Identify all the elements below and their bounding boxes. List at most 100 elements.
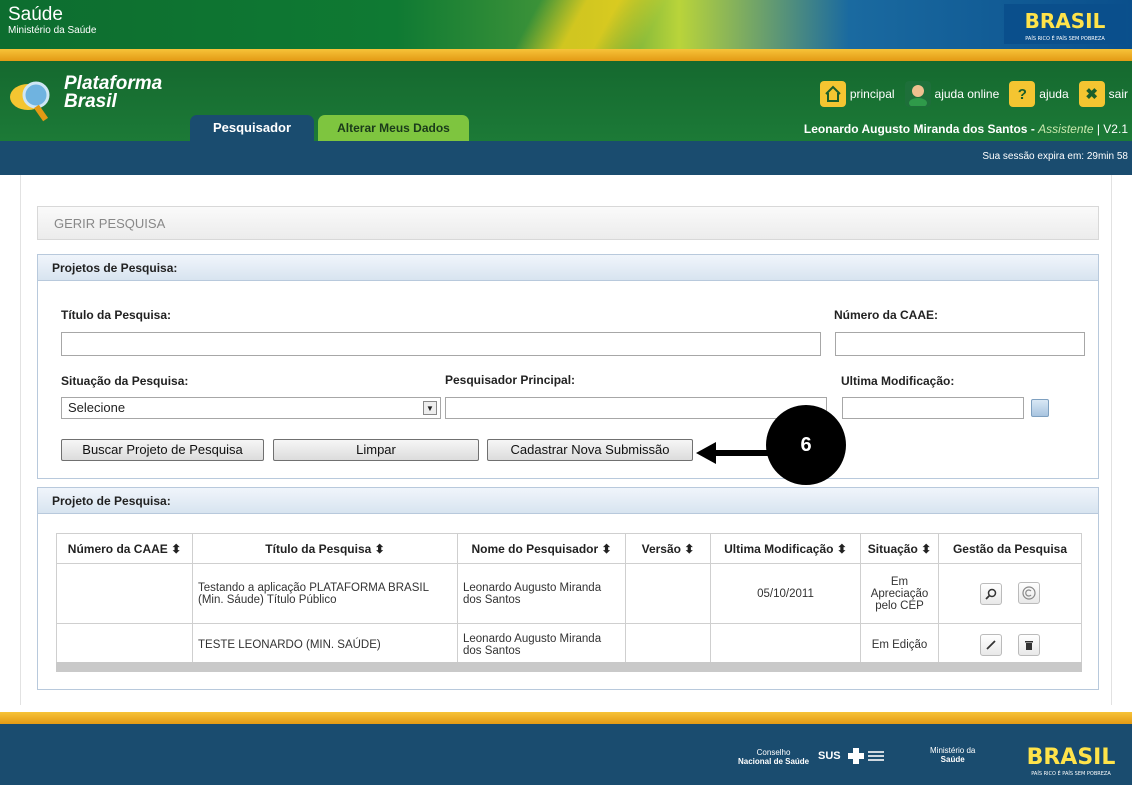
table-row: TESTE LEONARDO (MIN. SAÚDE) Leonardo Aug… [56,623,1082,666]
top-links: principal ajuda online ? ajuda ✖ sair [819,81,1128,107]
gov-ministerio-subtitle: Ministério da Saúde [8,25,97,36]
user-separator: - [1027,122,1039,136]
gov-stripe-decoration [423,0,757,49]
col-header-titulo[interactable]: Título da Pesquisa ⬍ [192,533,458,564]
magnifier-logo-icon [10,81,50,122]
view-detail-icon[interactable] [980,583,1003,605]
calendar-icon[interactable] [1031,399,1049,417]
sus-cross-icon [847,748,884,764]
cell-situacao: Em Edição [860,623,939,666]
cell-pesquisador: Leonardo Augusto Miranda dos Santos [457,623,626,666]
cell-gestao [938,623,1082,666]
col-header-pesquisador[interactable]: Nome do Pesquisador ⬍ [457,533,626,564]
brasil-logo-text: BRASIL [1025,9,1106,33]
search-section-title: Projetos de Pesquisa: [38,255,1098,281]
cadastrar-nova-submissao-button[interactable]: Cadastrar Nova Submissão [487,439,693,461]
cell-pesquisador: Leonardo Augusto Miranda dos Santos [457,563,626,624]
link-principal[interactable]: principal [850,87,895,101]
cell-versao [625,563,711,624]
footer-ministerio-line1: Ministério da [930,746,976,755]
cell-modificacao [710,623,861,666]
app-header: Plataforma Brasil Pesquisador Alterar Me… [0,61,1132,141]
footer-gold-divider [0,712,1132,724]
footer-ministerio-logo: Ministério da Saúde [930,746,975,764]
table-header-row: Número da CAAE ⬍ Título da Pesquisa ⬍ No… [56,533,1082,564]
nav-bar: Sua sessão expira em: 29min 58 [0,141,1132,175]
footer-sus-logo: SUS [818,748,888,764]
home-icon[interactable] [819,81,846,107]
close-icon[interactable]: ✖ [1078,81,1105,107]
tab-pesquisador[interactable]: Pesquisador [190,115,314,141]
callout-arrow [712,450,772,456]
buscar-button[interactable]: Buscar Projeto de Pesquisa [61,439,264,461]
logo-text: Plataforma Brasil [64,74,162,112]
question-icon[interactable]: ? [1009,81,1036,107]
col-header-versao[interactable]: Versão ⬍ [625,533,711,564]
footer-brasil-logo-icon: BRASIL PAÍS RICO É PAÍS SEM POBREZA [1010,738,1132,778]
link-ajuda[interactable]: ajuda [1039,87,1068,101]
pesquisador-input[interactable] [445,397,827,419]
results-table: Número da CAAE ⬍ Título da Pesquisa ⬍ No… [56,533,1082,666]
plataforma-brasil-logo[interactable]: Plataforma Brasil [8,73,198,133]
trash-icon[interactable] [1017,633,1040,656]
table-footer-bar [56,662,1082,672]
modificacao-input[interactable] [842,397,1024,419]
cell-modificacao: 05/10/2011 [710,563,861,624]
copyright-icon[interactable] [1017,582,1040,604]
cell-caae [56,623,193,666]
user-role: Assistente [1038,122,1094,136]
situacao-label: Situação da Pesquisa: [61,374,189,388]
link-ajuda-online[interactable]: ajuda online [935,87,1000,101]
dropdown-arrow-icon[interactable]: ▼ [423,401,437,415]
edit-pencil-icon[interactable] [980,633,1003,656]
modificacao-label: Ultima Modificação: [841,374,955,388]
results-section: Projeto de Pesquisa: Número da CAAE ⬍ Tí… [37,487,1099,690]
caae-label: Número da CAAE: [834,308,939,322]
main-content: GERIR PESQUISA Projetos de Pesquisa: Tít… [20,175,1112,705]
cell-titulo: TESTE LEONARDO (MIN. SAÚDE) [192,623,458,666]
footer-cns-logo: Conselho Nacional de Saúde [738,748,809,766]
search-section: Projetos de Pesquisa: Título da Pesquisa… [37,254,1099,479]
gold-divider [0,49,1132,61]
footer: Conselho Nacional de Saúde SUS Ministéri… [0,724,1132,785]
pesquisador-label: Pesquisador Principal: [445,373,576,387]
user-name: Leonardo Augusto Miranda dos Santos [803,122,1028,136]
cell-versao [625,623,711,666]
link-sair[interactable]: sair [1109,87,1128,101]
situacao-selected-value: Selecione [68,400,126,415]
page-title: GERIR PESQUISA [37,206,1099,240]
cell-caae [56,563,193,624]
footer-brasil-text: BRASIL [1027,745,1116,770]
titulo-input[interactable] [61,332,821,356]
col-header-caae[interactable]: Número da CAAE ⬍ [56,533,193,564]
cell-titulo: Testando a aplicação PLATAFORMA BRASIL (… [192,563,458,624]
gov-saude-title: Saúde [8,4,63,25]
results-section-title: Projeto de Pesquisa: [38,488,1098,514]
situacao-select[interactable]: Selecione ▼ [61,397,441,419]
footer-cns-line1: Conselho [756,748,791,757]
caae-input[interactable] [835,332,1085,356]
col-header-situacao[interactable]: Situação ⬍ [860,533,939,564]
brasil-logo-tagline: PAÍS RICO É PAÍS SEM POBREZA [1025,34,1105,42]
tab-alterar-meus-dados[interactable]: Alterar Meus Dados [318,115,469,141]
cell-gestao [938,563,1082,624]
footer-sus-text: SUS [818,749,841,762]
logo-line-brasil: Brasil [64,91,117,112]
footer-ministerio-line2: Saúde [940,755,965,764]
footer-brasil-tagline: PAÍS RICO É PAÍS SEM POBREZA [1031,769,1111,777]
ajuda-online-icon[interactable] [904,81,931,107]
gov-bar: Saúde Ministério da Saúde BRASIL PAÍS RI… [0,0,1132,49]
app-version: | V2.1 [1093,122,1128,136]
footer-cns-line2: Nacional de Saúde [738,757,810,766]
col-header-modificacao[interactable]: Ultima Modificação ⬍ [710,533,861,564]
session-timer: Sua sessão expira em: 29min 58 [982,151,1128,162]
col-header-gestao: Gestão da Pesquisa [938,533,1082,564]
cell-situacao: Em Apreciação pelo CEP [860,563,939,624]
table-row: Testando a aplicação PLATAFORMA BRASIL (… [56,563,1082,624]
callout-step-badge: 6 [766,405,846,485]
user-info: Leonardo Augusto Miranda dos Santos - As… [804,122,1128,136]
brasil-logo-icon: BRASIL PAÍS RICO É PAÍS SEM POBREZA [1004,4,1126,44]
limpar-button[interactable]: Limpar [273,439,479,461]
main-tabs: Pesquisador Alterar Meus Dados [190,115,469,141]
titulo-label: Título da Pesquisa: [61,308,172,322]
